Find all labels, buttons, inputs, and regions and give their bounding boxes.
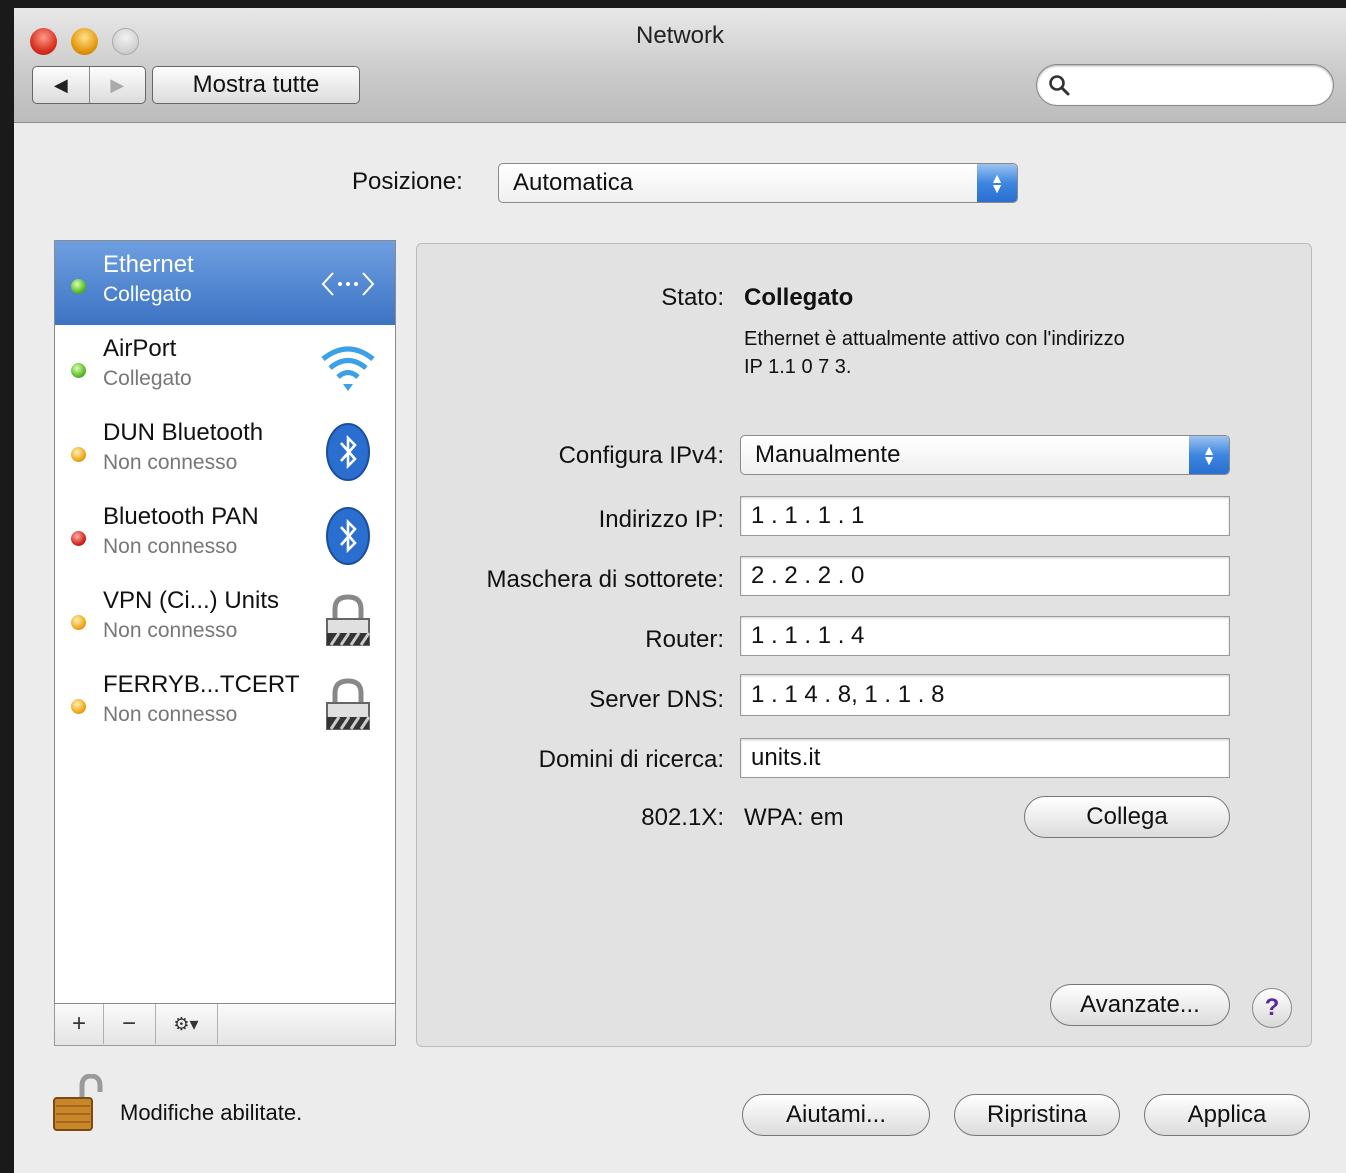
service-list: Ethernet Collegato AirPort Collegato DUN… (54, 240, 396, 1004)
location-label: Posizione: (352, 168, 463, 195)
forward-button[interactable]: ▶ (90, 67, 146, 103)
popup-arrows-icon: ▲ ▼ (1189, 436, 1229, 474)
lock-status-text: Modifiche abilitate. (120, 1100, 303, 1125)
titlebar: Network ◀ ▶ Mostra tutte (14, 8, 1346, 123)
ip-address-field[interactable]: 1 . 1 . 1 . 1 (740, 496, 1230, 536)
nav-segment: ◀ ▶ (32, 66, 146, 104)
search-field[interactable] (1036, 64, 1334, 106)
status-dot-icon (71, 447, 86, 462)
status-description-line1: Ethernet è attualmente attivo con l'indi… (744, 328, 1125, 350)
configure-ipv4-label: Configura IPv4: (558, 442, 724, 469)
bluetooth-icon (326, 423, 370, 481)
service-status: Non connesso (103, 703, 238, 726)
location-value: Automatica (513, 169, 634, 196)
status-label: Stato: (661, 284, 724, 311)
help-button[interactable]: ? (1252, 988, 1292, 1028)
advanced-button[interactable]: Avanzate... (1050, 984, 1230, 1026)
vpn-lock-icon (326, 678, 371, 730)
status-dot-icon (71, 699, 86, 714)
service-name: VPN (Ci...) Units (103, 587, 280, 614)
dot1x-value: WPA: em (744, 804, 844, 831)
configure-ipv4-value: Manualmente (755, 441, 901, 468)
search-domains-label: Domini di ricerca: (538, 746, 724, 773)
service-name: Ethernet (103, 251, 194, 278)
add-service-button[interactable]: + (55, 1004, 104, 1044)
wifi-icon (321, 346, 375, 391)
subnet-mask-label: Maschera di sottorete: (486, 566, 724, 593)
show-all-button[interactable]: Mostra tutte (152, 66, 360, 104)
back-button[interactable]: ◀ (33, 67, 90, 103)
network-window: Network ◀ ▶ Mostra tutte Posizione: Auto… (14, 8, 1346, 1173)
subnet-mask-field[interactable]: 2 . 2 . 2 . 0 (740, 556, 1230, 596)
remove-service-button[interactable]: − (103, 1004, 156, 1044)
unlocked-padlock-icon[interactable] (52, 1074, 106, 1134)
service-status: Collegato (103, 367, 192, 390)
connect-button[interactable]: Collega (1024, 796, 1230, 838)
service-name: AirPort (103, 335, 177, 362)
configure-ipv4-popup[interactable]: Manualmente ▲ ▼ (740, 435, 1230, 475)
service-item-dun-bluetooth[interactable]: DUN Bluetooth Non connesso (55, 409, 395, 493)
dns-server-field[interactable]: 1 . 1 4 . 8, 1 . 1 . 8 (740, 674, 1230, 716)
search-domains-field[interactable]: units.it (740, 738, 1230, 778)
service-item-airport[interactable]: AirPort Collegato (55, 325, 395, 409)
action-menu-button[interactable]: ⚙▾ (155, 1004, 218, 1044)
status-dot-icon (71, 531, 86, 546)
vpn-lock-icon (326, 594, 371, 646)
ip-address-label: Indirizzo IP: (598, 506, 724, 533)
service-name: DUN Bluetooth (103, 419, 264, 446)
assist-button[interactable]: Aiutami... (742, 1094, 930, 1136)
status-dot-icon (71, 615, 86, 630)
service-item-vpn-units[interactable]: VPN (Ci...) Units Non connesso (55, 577, 395, 661)
popup-arrows-icon: ▲ ▼ (977, 164, 1017, 202)
service-list-toolbar: + − ⚙▾ (54, 1004, 396, 1046)
status-value: Collegato (744, 284, 854, 311)
search-icon (1049, 75, 1070, 96)
service-status: Collegato (103, 283, 192, 306)
service-name: Bluetooth PAN (103, 503, 259, 530)
service-name: FERRYB...TCERT (103, 671, 300, 698)
status-description-line2: IP 1.1 0 7 3. (744, 356, 852, 378)
dot1x-label: 802.1X: (641, 804, 724, 831)
apply-button[interactable]: Applica (1144, 1094, 1310, 1136)
router-label: Router: (645, 626, 724, 653)
dns-server-label: Server DNS: (589, 686, 724, 713)
status-dot-icon (71, 279, 86, 294)
window-title: Network (635, 22, 725, 49)
revert-button[interactable]: Ripristina (954, 1094, 1120, 1136)
service-item-ferryb-tcert[interactable]: FERRYB...TCERT Non connesso (55, 661, 395, 745)
service-item-bluetooth-pan[interactable]: Bluetooth PAN Non connesso (55, 493, 395, 577)
service-status: Non connesso (103, 451, 238, 474)
router-field[interactable]: 1 . 1 . 1 . 4 (740, 616, 1230, 656)
location-popup[interactable]: Automatica ▲ ▼ (498, 163, 1018, 203)
ethernet-icon (321, 272, 375, 296)
service-item-ethernet[interactable]: Ethernet Collegato (55, 241, 395, 325)
status-dot-icon (71, 363, 86, 378)
bluetooth-icon (326, 507, 370, 565)
service-status: Non connesso (103, 619, 238, 642)
service-status: Non connesso (103, 535, 238, 558)
